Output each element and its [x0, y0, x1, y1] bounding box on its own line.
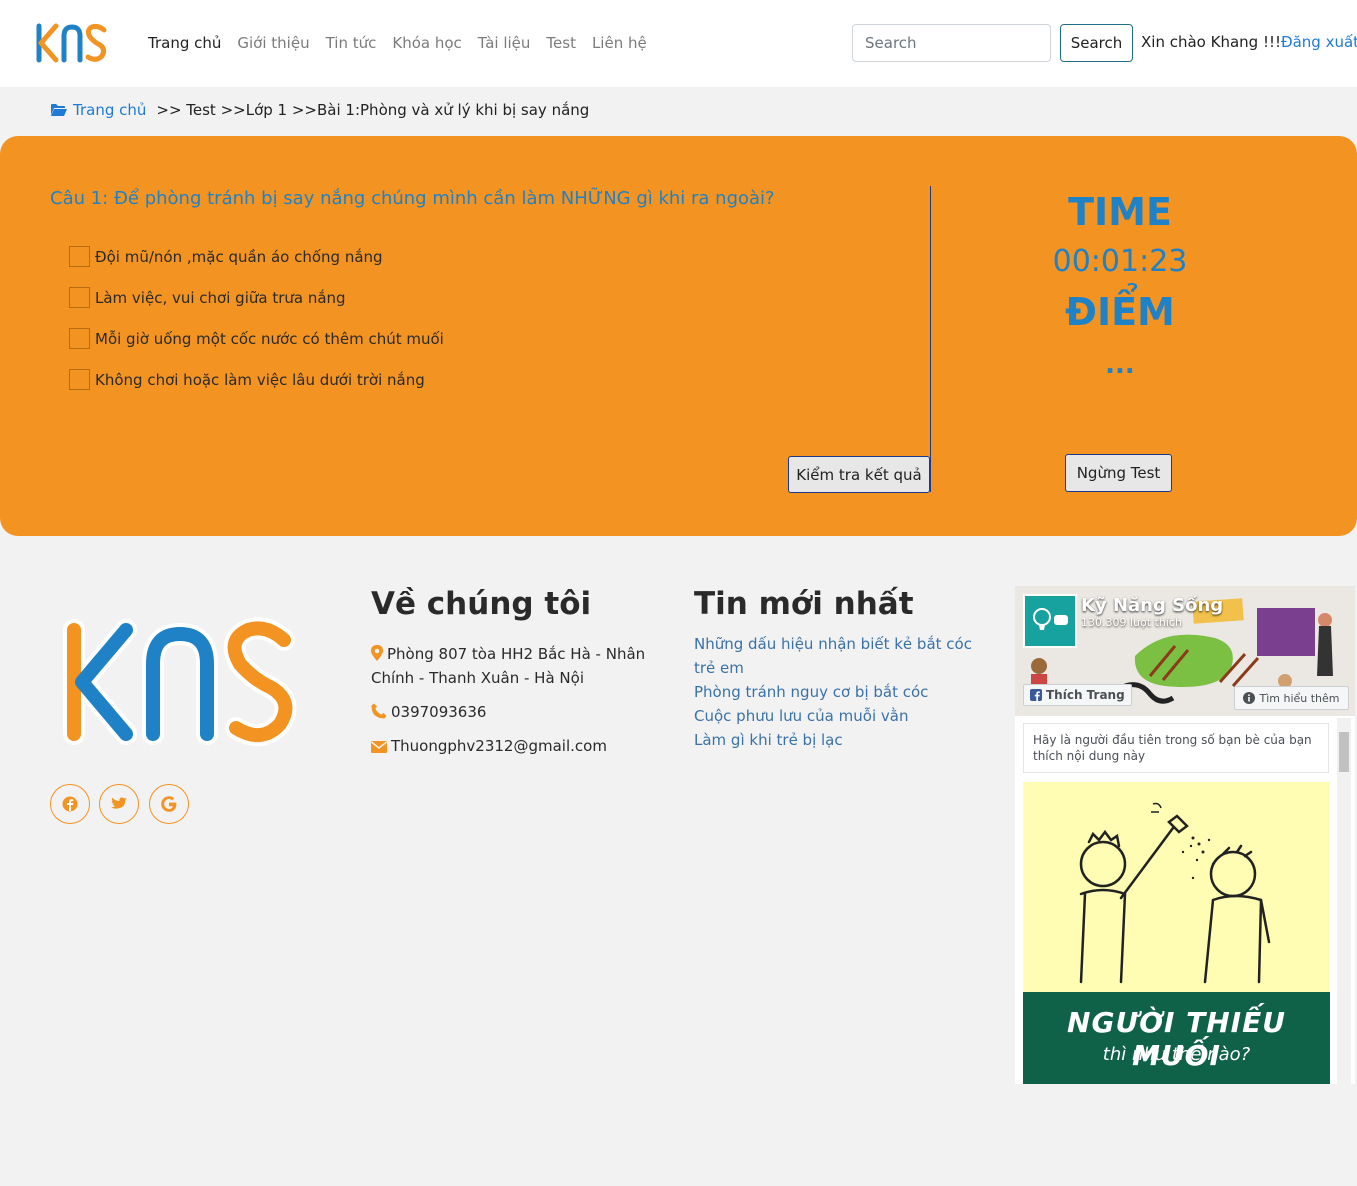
score-value: ... — [1105, 350, 1135, 380]
salt-illustration — [1079, 802, 1271, 984]
answer-option[interactable]: Làm việc, vui chơi giữa trưa nắng — [69, 277, 444, 318]
check-result-button[interactable]: Kiểm tra kết quả — [788, 456, 930, 493]
answer-checkbox[interactable] — [69, 246, 90, 267]
nav-link-documents[interactable]: Tài liệu — [478, 33, 531, 53]
facebook-cover-image[interactable]: Kỹ Năng Sống 130.309 lượt thích Thích Tr… — [1015, 586, 1355, 716]
time-value: 00:01:23 — [1052, 244, 1188, 279]
latest-news-list: Những dấu hiệu nhận biết kẻ bắt cóc trẻ … — [694, 632, 994, 752]
map-marker-icon — [371, 645, 383, 661]
answer-label: Không chơi hoặc làm việc lâu dưới trời n… — [95, 370, 425, 389]
search-button[interactable]: Search — [1060, 24, 1133, 62]
facebook-like-label: Thích Trang — [1046, 688, 1125, 702]
about-us-title: Về chúng tôi — [371, 586, 592, 622]
email-item: Thuongphv2312@gmail.com — [371, 734, 607, 758]
nav-link-contact[interactable]: Liên hệ — [592, 33, 647, 53]
panel-divider — [930, 186, 931, 492]
nav-link-test[interactable]: Test — [546, 33, 576, 53]
info-icon — [1243, 692, 1256, 704]
facebook-f-icon — [1030, 689, 1042, 701]
kns-footer-logo — [63, 617, 297, 746]
facebook-post-image[interactable]: NGƯỜI THIẾU MUỐI thì như thế nào? — [1023, 782, 1330, 1084]
news-link[interactable]: Cuộc phưu lưu của muỗi vằn — [694, 704, 994, 728]
twitter-icon — [111, 797, 127, 809]
facebook-widget-scroll-thumb[interactable] — [1339, 732, 1349, 772]
greeting-text: Xin chào Khang !!! — [1141, 33, 1281, 51]
answer-label: Làm việc, vui chơi giữa trưa nắng — [95, 288, 346, 307]
facebook-like-page-button[interactable]: Thích Trang — [1023, 684, 1132, 706]
answer-checkbox[interactable] — [69, 287, 90, 308]
question-title: Câu 1: Để phòng tránh bị say nắng chúng … — [50, 188, 775, 209]
answer-option[interactable]: Không chơi hoặc làm việc lâu dưới trời n… — [69, 359, 444, 400]
breadcrumb-home-label: Trang chủ — [73, 101, 147, 119]
lightbulb-icon — [1033, 608, 1068, 630]
breadcrumb-home[interactable]: Trang chủ — [50, 101, 146, 119]
answer-checkbox[interactable] — [69, 369, 90, 390]
score-label: ĐIỂM — [1065, 290, 1175, 334]
facebook-friends-notice: Hãy là người đầu tiên trong số bạn bè củ… — [1023, 723, 1329, 773]
facebook-page-logo[interactable] — [1023, 594, 1077, 648]
logout-link[interactable]: Đăng xuất — [1281, 33, 1357, 51]
facebook-page-widget: Kỹ Năng Sống 130.309 lượt thích Thích Tr… — [1015, 586, 1355, 1084]
facebook-like-count: 130.309 lượt thích — [1081, 616, 1182, 629]
twitter-social-button[interactable] — [99, 784, 139, 824]
facebook-icon — [62, 796, 78, 812]
phone-icon — [371, 703, 387, 719]
answer-label: Đội mũ/nón ,mặc quần áo chống nắng — [95, 247, 383, 266]
nav-link-news[interactable]: Tin tức — [326, 33, 377, 53]
news-link[interactable]: Làm gì khi trẻ bị lạc — [694, 728, 994, 752]
quiz-panel: Câu 1: Để phòng tránh bị say nắng chúng … — [0, 136, 1357, 536]
breadcrumb-trail: >> Test >>Lớp 1 >>Bài 1:Phòng và xử lý k… — [156, 101, 590, 119]
user-greeting: Xin chào Khang !!!Đăng xuất — [1141, 33, 1357, 51]
answer-checkbox[interactable] — [69, 328, 90, 349]
facebook-widget-scrollbar[interactable] — [1337, 718, 1351, 1084]
facebook-learn-more-label: Tìm hiểu thêm — [1259, 691, 1340, 705]
answer-option[interactable]: Đội mũ/nón ,mặc quần áo chống nắng — [69, 236, 444, 277]
time-label: TIME — [1068, 190, 1172, 234]
nav-link-courses[interactable]: Khóa học — [392, 33, 461, 53]
facebook-social-button[interactable] — [50, 784, 90, 824]
address-item: Phòng 807 tòa HH2 Bắc Hà - Nhân Chính - … — [371, 642, 656, 690]
facebook-learn-more-button[interactable]: Tìm hiểu thêm — [1234, 686, 1349, 710]
nav-menu: Trang chủ Giới thiệu Tin tức Khóa học Tà… — [148, 33, 663, 53]
facebook-post-subtitle: thì như thế nào? — [1102, 1044, 1251, 1065]
folder-open-icon — [51, 104, 67, 116]
facebook-page-name[interactable]: Kỹ Năng Sống — [1081, 595, 1223, 616]
nav-link-about[interactable]: Giới thiệu — [237, 33, 309, 53]
answer-label: Mỗi giờ uống một cốc nước có thêm chút m… — [95, 329, 444, 348]
news-link[interactable]: Phòng tránh nguy cơ bị bắt cóc — [694, 680, 994, 704]
search-input[interactable] — [852, 24, 1051, 62]
breadcrumb: Trang chủ >> Test >>Lớp 1 >>Bài 1:Phòng … — [50, 101, 589, 119]
google-social-button[interactable] — [149, 784, 189, 824]
navbar: Trang chủ Giới thiệu Tin tức Khóa học Tà… — [0, 0, 1357, 87]
answer-options: Đội mũ/nón ,mặc quần áo chống nắng Làm v… — [69, 236, 444, 400]
nav-link-home[interactable]: Trang chủ — [148, 33, 221, 53]
phone-text: 0397093636 — [391, 703, 487, 721]
news-link[interactable]: Những dấu hiệu nhận biết kẻ bắt cóc trẻ … — [694, 632, 994, 680]
envelope-icon — [371, 741, 387, 753]
latest-news-title: Tin mới nhất — [694, 586, 914, 622]
answer-option[interactable]: Mỗi giờ uống một cốc nước có thêm chút m… — [69, 318, 444, 359]
kns-logo[interactable] — [34, 22, 110, 64]
stop-test-button[interactable]: Ngừng Test — [1065, 454, 1172, 492]
email-text: Thuongphv2312@gmail.com — [391, 737, 607, 755]
google-icon — [161, 796, 177, 812]
phone-item: 0397093636 — [371, 700, 486, 724]
address-text: Phòng 807 tòa HH2 Bắc Hà - Nhân Chính - … — [371, 645, 646, 687]
